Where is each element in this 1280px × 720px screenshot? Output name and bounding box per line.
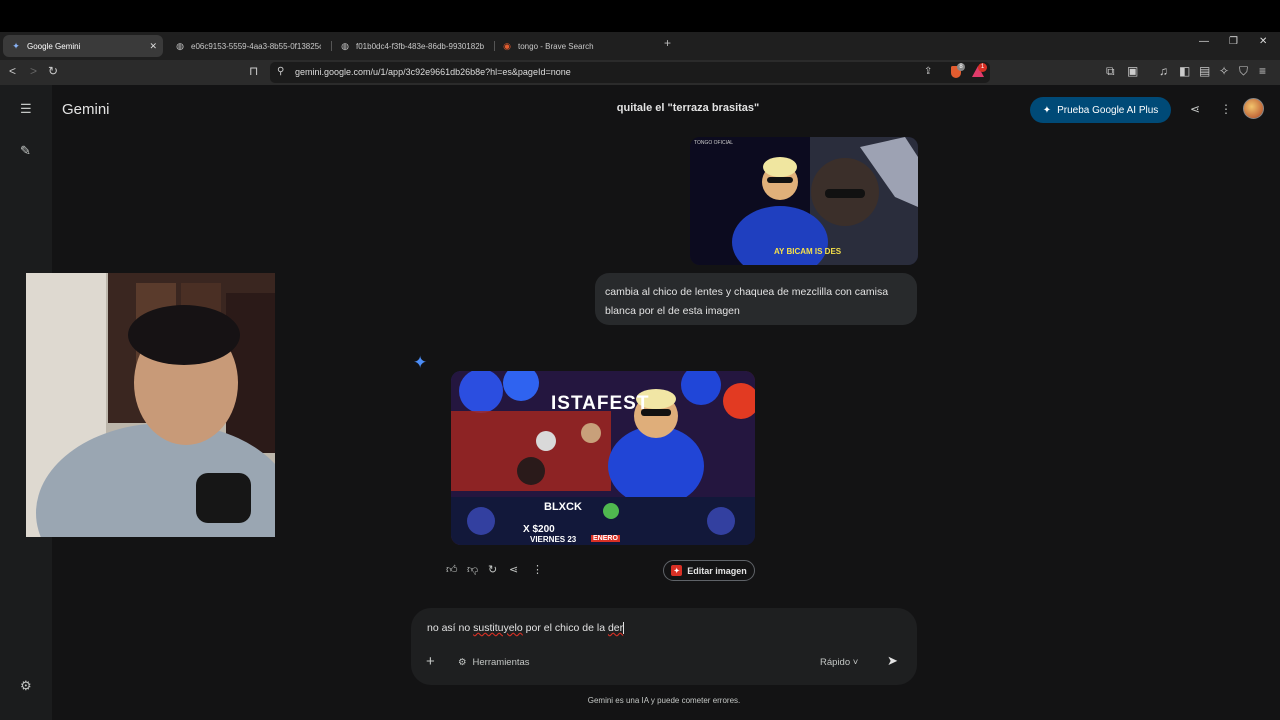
gemini-icon: ✦ <box>12 40 20 51</box>
webcam-feed <box>26 273 275 537</box>
tools-button[interactable]: ⚙ Herramientas <box>458 657 530 668</box>
mode-label: Rápido <box>820 657 851 668</box>
flyer-price: X $200 <box>523 524 555 535</box>
send-icon[interactable]: ➤ <box>887 653 898 669</box>
prompt-composer[interactable]: no así no sustituyelo por el chico de la… <box>411 608 917 685</box>
prompt-misspelled-word: sustituyelo <box>473 622 523 634</box>
prompt-text-middle: por el chico de la <box>522 622 608 634</box>
edit-image-button[interactable]: ✦ Editar imagen <box>663 560 755 581</box>
rewards-count-badge: 1 <box>978 63 987 72</box>
new-chat-icon[interactable]: ✎ <box>20 143 31 159</box>
tab-title: Google Gemini <box>27 41 81 51</box>
disclaimer-text: Gemini es una IA y puede cometer errores… <box>587 696 741 705</box>
share-chat-icon[interactable]: ⋖ <box>1190 102 1200 116</box>
flyer-title: ISTAFEST <box>551 393 650 414</box>
image-caption: AY BICAM IS DES <box>774 247 842 256</box>
media-icon[interactable]: ♫ <box>1159 64 1168 78</box>
chevron-down-icon: ˅ <box>852 657 859 668</box>
tools-label: Herramientas <box>472 657 530 668</box>
chat-title: quitale el "terraza brasitas" <box>616 102 760 114</box>
prompt-text-start: no así no <box>427 622 474 634</box>
generated-image[interactable]: ISTAFEST BLXCK X $200 VIERNES 23 ENERO <box>451 371 755 545</box>
webcam-overlay <box>26 273 275 537</box>
wallet-icon[interactable]: ▤ <box>1199 64 1210 78</box>
prompt-misspelled-word: der <box>607 622 624 634</box>
more-options-icon[interactable]: ⋮ <box>1220 102 1232 116</box>
browser-tab-strip: ✦ Google Gemini ✕ ◍ e06c9153-5559-4aa3-8… <box>0 32 1280 60</box>
globe-icon: ◍ <box>341 40 349 51</box>
forward-icon[interactable]: > <box>30 64 37 78</box>
reload-icon[interactable]: ↻ <box>48 64 58 78</box>
gemini-response-icon: ✦ <box>413 353 428 372</box>
sidebar-icon[interactable]: ◧ <box>1179 64 1190 78</box>
tab-google-gemini[interactable]: ✦ Google Gemini ✕ <box>3 35 163 57</box>
upgrade-button[interactable]: ✦ Prueba Google AI Plus <box>1030 97 1171 123</box>
share-response-icon[interactable]: ⋖ <box>509 563 518 576</box>
tools-icon: ⚙ <box>458 657 467 668</box>
settings-gear-icon[interactable]: ⚙ <box>20 678 32 694</box>
main-menu-icon[interactable]: ☰ <box>20 101 32 117</box>
tab-title: f01b0dc4-f3fb-483e-86db-9930182b <box>356 41 484 51</box>
flyer-act: BLXCK <box>544 501 582 513</box>
edit-image-label: Editar imagen <box>687 565 747 576</box>
back-icon[interactable]: < <box>9 64 16 78</box>
thumbs-up-icon[interactable]: 👍︎ <box>446 563 458 576</box>
image-watermark: TONGO OFICIAL <box>694 140 734 146</box>
extensions-icon[interactable]: ⧉ <box>1106 64 1115 79</box>
sparkle-icon: ✦ <box>1042 104 1052 116</box>
tab-f01b0dc4[interactable]: ◍ f01b0dc4-f3fb-483e-86db-9930182b <box>332 35 492 57</box>
prompt-input[interactable]: no así no sustituyelo por el chico de la… <box>427 622 625 635</box>
reader-icon[interactable]: ▣ <box>1127 64 1138 78</box>
regenerate-icon[interactable]: ↻ <box>488 563 497 576</box>
browser-toolbar: < > ↻ ⊓ ⚲ gemini.google.com/u/1/app/3c92… <box>0 60 1280 85</box>
leo-ai-icon[interactable]: ✧ <box>1219 64 1229 78</box>
vpn-shield-icon[interactable]: ⛉ <box>1239 64 1248 79</box>
menu-icon[interactable]: ≡ <box>1259 64 1266 78</box>
brave-search-icon: ◉ <box>503 40 511 51</box>
globe-icon: ◍ <box>176 40 184 51</box>
flyer-date: VIERNES 23 <box>530 535 577 544</box>
restore-icon[interactable]: ❐ <box>1229 36 1238 47</box>
more-response-icon[interactable]: ⋮ <box>532 563 543 576</box>
tab-e06c9153[interactable]: ◍ e06c9153-5559-4aa3-8b55-0f13825c <box>167 35 329 57</box>
tab-title: tongo - Brave Search <box>518 41 594 51</box>
edit-image-icon: ✦ <box>671 565 683 576</box>
shields-count-badge: 8 <box>957 63 965 71</box>
address-bar[interactable]: ⚲ gemini.google.com/u/1/app/3c92e9661db2… <box>270 62 990 83</box>
model-mode-selector[interactable]: Rápido ˅ <box>820 657 858 668</box>
user-uploaded-image[interactable]: TONGO OFICIAL AY BICAM IS DES <box>690 137 918 265</box>
site-settings-icon[interactable]: ⚲ <box>277 66 284 77</box>
close-window-icon[interactable]: ✕ <box>1259 36 1267 47</box>
share-page-icon[interactable]: ⇪ <box>924 66 932 77</box>
new-tab-icon[interactable]: + <box>664 36 671 50</box>
account-avatar[interactable] <box>1243 98 1264 119</box>
upgrade-label: Prueba Google AI Plus <box>1057 104 1159 116</box>
bookmark-icon[interactable]: ⊓ <box>249 64 258 78</box>
close-tab-icon[interactable]: ✕ <box>149 41 157 52</box>
top-black-bar <box>0 0 1280 32</box>
text-caret <box>623 622 625 635</box>
thumbs-down-icon[interactable]: 👎︎ <box>467 563 478 576</box>
gemini-brand: Gemini <box>62 101 110 118</box>
user-message: cambia al chico de lentes y chaquea de m… <box>595 273 917 325</box>
url-text[interactable]: gemini.google.com/u/1/app/3c92e9661db26b… <box>295 67 571 77</box>
tab-title: e06c9153-5559-4aa3-8b55-0f13825c <box>191 41 321 51</box>
uploaded-image-scene <box>690 137 918 265</box>
minimize-icon[interactable]: — <box>1199 36 1209 47</box>
tab-brave-search[interactable]: ◉ tongo - Brave Search <box>494 35 654 57</box>
flyer-month: ENERO <box>591 535 620 542</box>
add-attachment-icon[interactable]: + <box>426 653 435 670</box>
